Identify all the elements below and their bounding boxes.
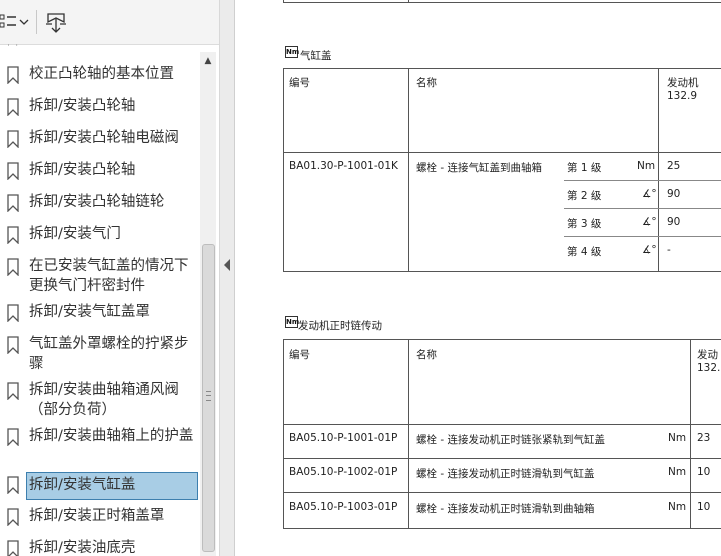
bookmark-item[interactable]: 拆卸/安装正时箱盖罩 (0, 506, 199, 528)
bookmark-icon (7, 476, 19, 494)
bookmark-icon (7, 130, 19, 148)
bookmark-label: 校正凸轮轴的基本位置 (29, 66, 174, 82)
bookmark-label: 拆卸/安装曲轴箱通风阀（部分负荷） (29, 382, 179, 418)
bookmark-item[interactable]: 拆卸/安装凸轮轴 (0, 96, 199, 118)
bookmarks-scrollbar[interactable]: ▲ (200, 52, 216, 556)
bookmark-icon (7, 336, 19, 354)
stage-label: 第 3 级 (567, 218, 602, 230)
column-header-engine-model: 132.9 (667, 90, 698, 102)
bookmark-icon (7, 540, 19, 556)
column-header-number: 编号 (289, 349, 310, 361)
bookmark-label: 拆卸/安装曲轴箱上的护盖 (29, 428, 194, 444)
expand-bookmark-button[interactable] (44, 8, 68, 36)
bookmark-item[interactable]: 拆卸/安装凸轮轴 (0, 160, 199, 182)
column-header-number: 编号 (289, 77, 310, 89)
torque-value: 90 (667, 188, 681, 200)
part-number: BA05.10-P-1002-01P (289, 466, 398, 478)
bookmark-label: 拆卸/安装气缸盖罩 (29, 304, 150, 320)
bookmark-item[interactable]: 拆卸/安装曲轴箱上的护盖 (0, 426, 199, 468)
scrollbar-thumb[interactable] (202, 244, 215, 552)
bookmark-item[interactable]: 在已安装气缸盖的情况下更换气门杆密封件 (0, 256, 199, 298)
part-name: 螺栓 - 连接发动机正时链张紧轨到气缸盖 (416, 434, 605, 446)
bookmark-item[interactable]: 气缸盖外罩螺栓的拧紧步骤 (0, 334, 199, 376)
bookmark-item[interactable]: 拆卸/安装曲轴箱通风阀（部分负荷） (0, 380, 199, 422)
bookmark-icon (7, 304, 19, 322)
column-header-name: 名称 (416, 349, 437, 361)
torque-nm-icon: Nm (285, 316, 300, 328)
bookmark-label: 拆卸/安装正时箱盖罩 (29, 508, 165, 524)
torque-value: 25 (667, 160, 681, 172)
torque-value: 10 (697, 466, 711, 478)
column-header-engine-model: 132.9 (697, 362, 721, 374)
unit-label: Nm (637, 160, 656, 172)
bookmark-item[interactable]: 拆卸/安装气缸盖罩 (0, 302, 199, 324)
bookmark-icon (7, 226, 19, 244)
bookmark-label: 拆卸/安装气缸盖 (29, 477, 136, 493)
bookmark-icon (7, 194, 19, 212)
bookmark-icon (7, 162, 19, 180)
unit-label: Nm (668, 432, 687, 444)
toolbar-separator (36, 10, 37, 34)
column-header-engine: 发动机 (667, 77, 699, 89)
bookmark-item-selected[interactable]: 拆卸/安装气缸盖 (26, 472, 198, 500)
bookmark-icon (7, 508, 19, 526)
stage-label: 第 2 级 (567, 190, 602, 202)
list-options-icon (0, 14, 29, 28)
collapse-arrow-icon[interactable] (224, 259, 230, 271)
bookmark-icon (7, 258, 19, 276)
part-name: 螺栓 - 连接发动机正时链滑轨到气缸盖 (416, 468, 595, 480)
bookmark-icon (7, 382, 19, 400)
angle-unit-label: ∡° (642, 216, 657, 228)
part-number: BA05.10-P-1001-01P (289, 432, 398, 444)
bookmark-item[interactable]: 拆卸/安装凸轮轴电磁阀 (0, 128, 199, 150)
list-continuation-dots: ˙ ˙ (6, 44, 20, 55)
column-header-name: 名称 (416, 77, 437, 89)
torque-value: 23 (697, 432, 711, 444)
bookmark-label: 拆卸/安装凸轮轴 (29, 98, 136, 114)
bookmark-item[interactable]: 拆卸/安装凸轮轴链轮 (0, 192, 199, 214)
bookmark-item[interactable]: 拆卸/安装气门 (0, 224, 199, 246)
bookmark-item[interactable]: 校正凸轮轴的基本位置 (0, 64, 199, 86)
angle-unit-label: ∡° (642, 188, 657, 200)
bookmark-item[interactable]: 拆卸/安装油底壳 (0, 538, 199, 556)
bookmark-label: 拆卸/安装油底壳 (29, 540, 136, 556)
bookmark-label: 拆卸/安装凸轮轴链轮 (29, 194, 165, 210)
part-name: 螺栓 - 连接气缸盖到曲轴箱 (416, 162, 542, 174)
grip-icon (206, 391, 211, 401)
unit-label: Nm (668, 466, 687, 478)
torque-value: - (667, 244, 671, 256)
bookmark-label: 在已安装气缸盖的情况下更换气门杆密封件 (29, 258, 189, 294)
scroll-up-arrow-icon[interactable]: ▲ (200, 54, 216, 68)
part-name: 螺栓 - 连接发动机正时链滑轨到曲轴箱 (416, 503, 595, 515)
bookmark-icon (7, 66, 19, 84)
part-number: BA05.10-P-1003-01P (289, 501, 398, 513)
panel-splitter[interactable] (220, 0, 235, 556)
table-border (283, 2, 721, 3)
section-title: 发动机正时链传动 (298, 320, 382, 332)
angle-unit-label: ∡° (642, 244, 657, 256)
torque-value: 10 (697, 501, 711, 513)
part-number: BA01.30-P-1001-01K (289, 160, 398, 172)
bookmark-label: 拆卸/安装凸轮轴 (29, 162, 136, 178)
bookmark-label: 拆卸/安装凸轮轴电磁阀 (29, 130, 179, 146)
column-header-engine: 发动 (697, 349, 718, 361)
options-menu-button[interactable] (0, 8, 30, 36)
section-title: 气缸盖 (300, 50, 332, 62)
torque-nm-icon: Nm (285, 46, 300, 58)
document-page: Nm 气缸盖 编号 名称 发动机 132.9 BA01.30-P-1001-01… (235, 0, 721, 556)
bookmarks-panel: ˙ ˙ 校正凸轮轴的基本位置 拆卸/安装凸轮轴 拆卸/安装凸轮轴电磁阀 拆卸/安… (0, 0, 220, 556)
unit-label: Nm (668, 501, 687, 513)
bookmark-icon (7, 98, 19, 116)
bookmark-icon (7, 428, 19, 446)
torque-value: 90 (667, 216, 681, 228)
bookmark-label: 拆卸/安装气门 (29, 226, 121, 242)
bookmark-label: 气缸盖外罩螺栓的拧紧步骤 (29, 336, 189, 372)
stage-label: 第 4 级 (567, 246, 602, 258)
bookmarks-toolbar (0, 0, 219, 45)
bookmark-expand-icon (46, 13, 66, 33)
stage-label: 第 1 级 (567, 162, 602, 174)
